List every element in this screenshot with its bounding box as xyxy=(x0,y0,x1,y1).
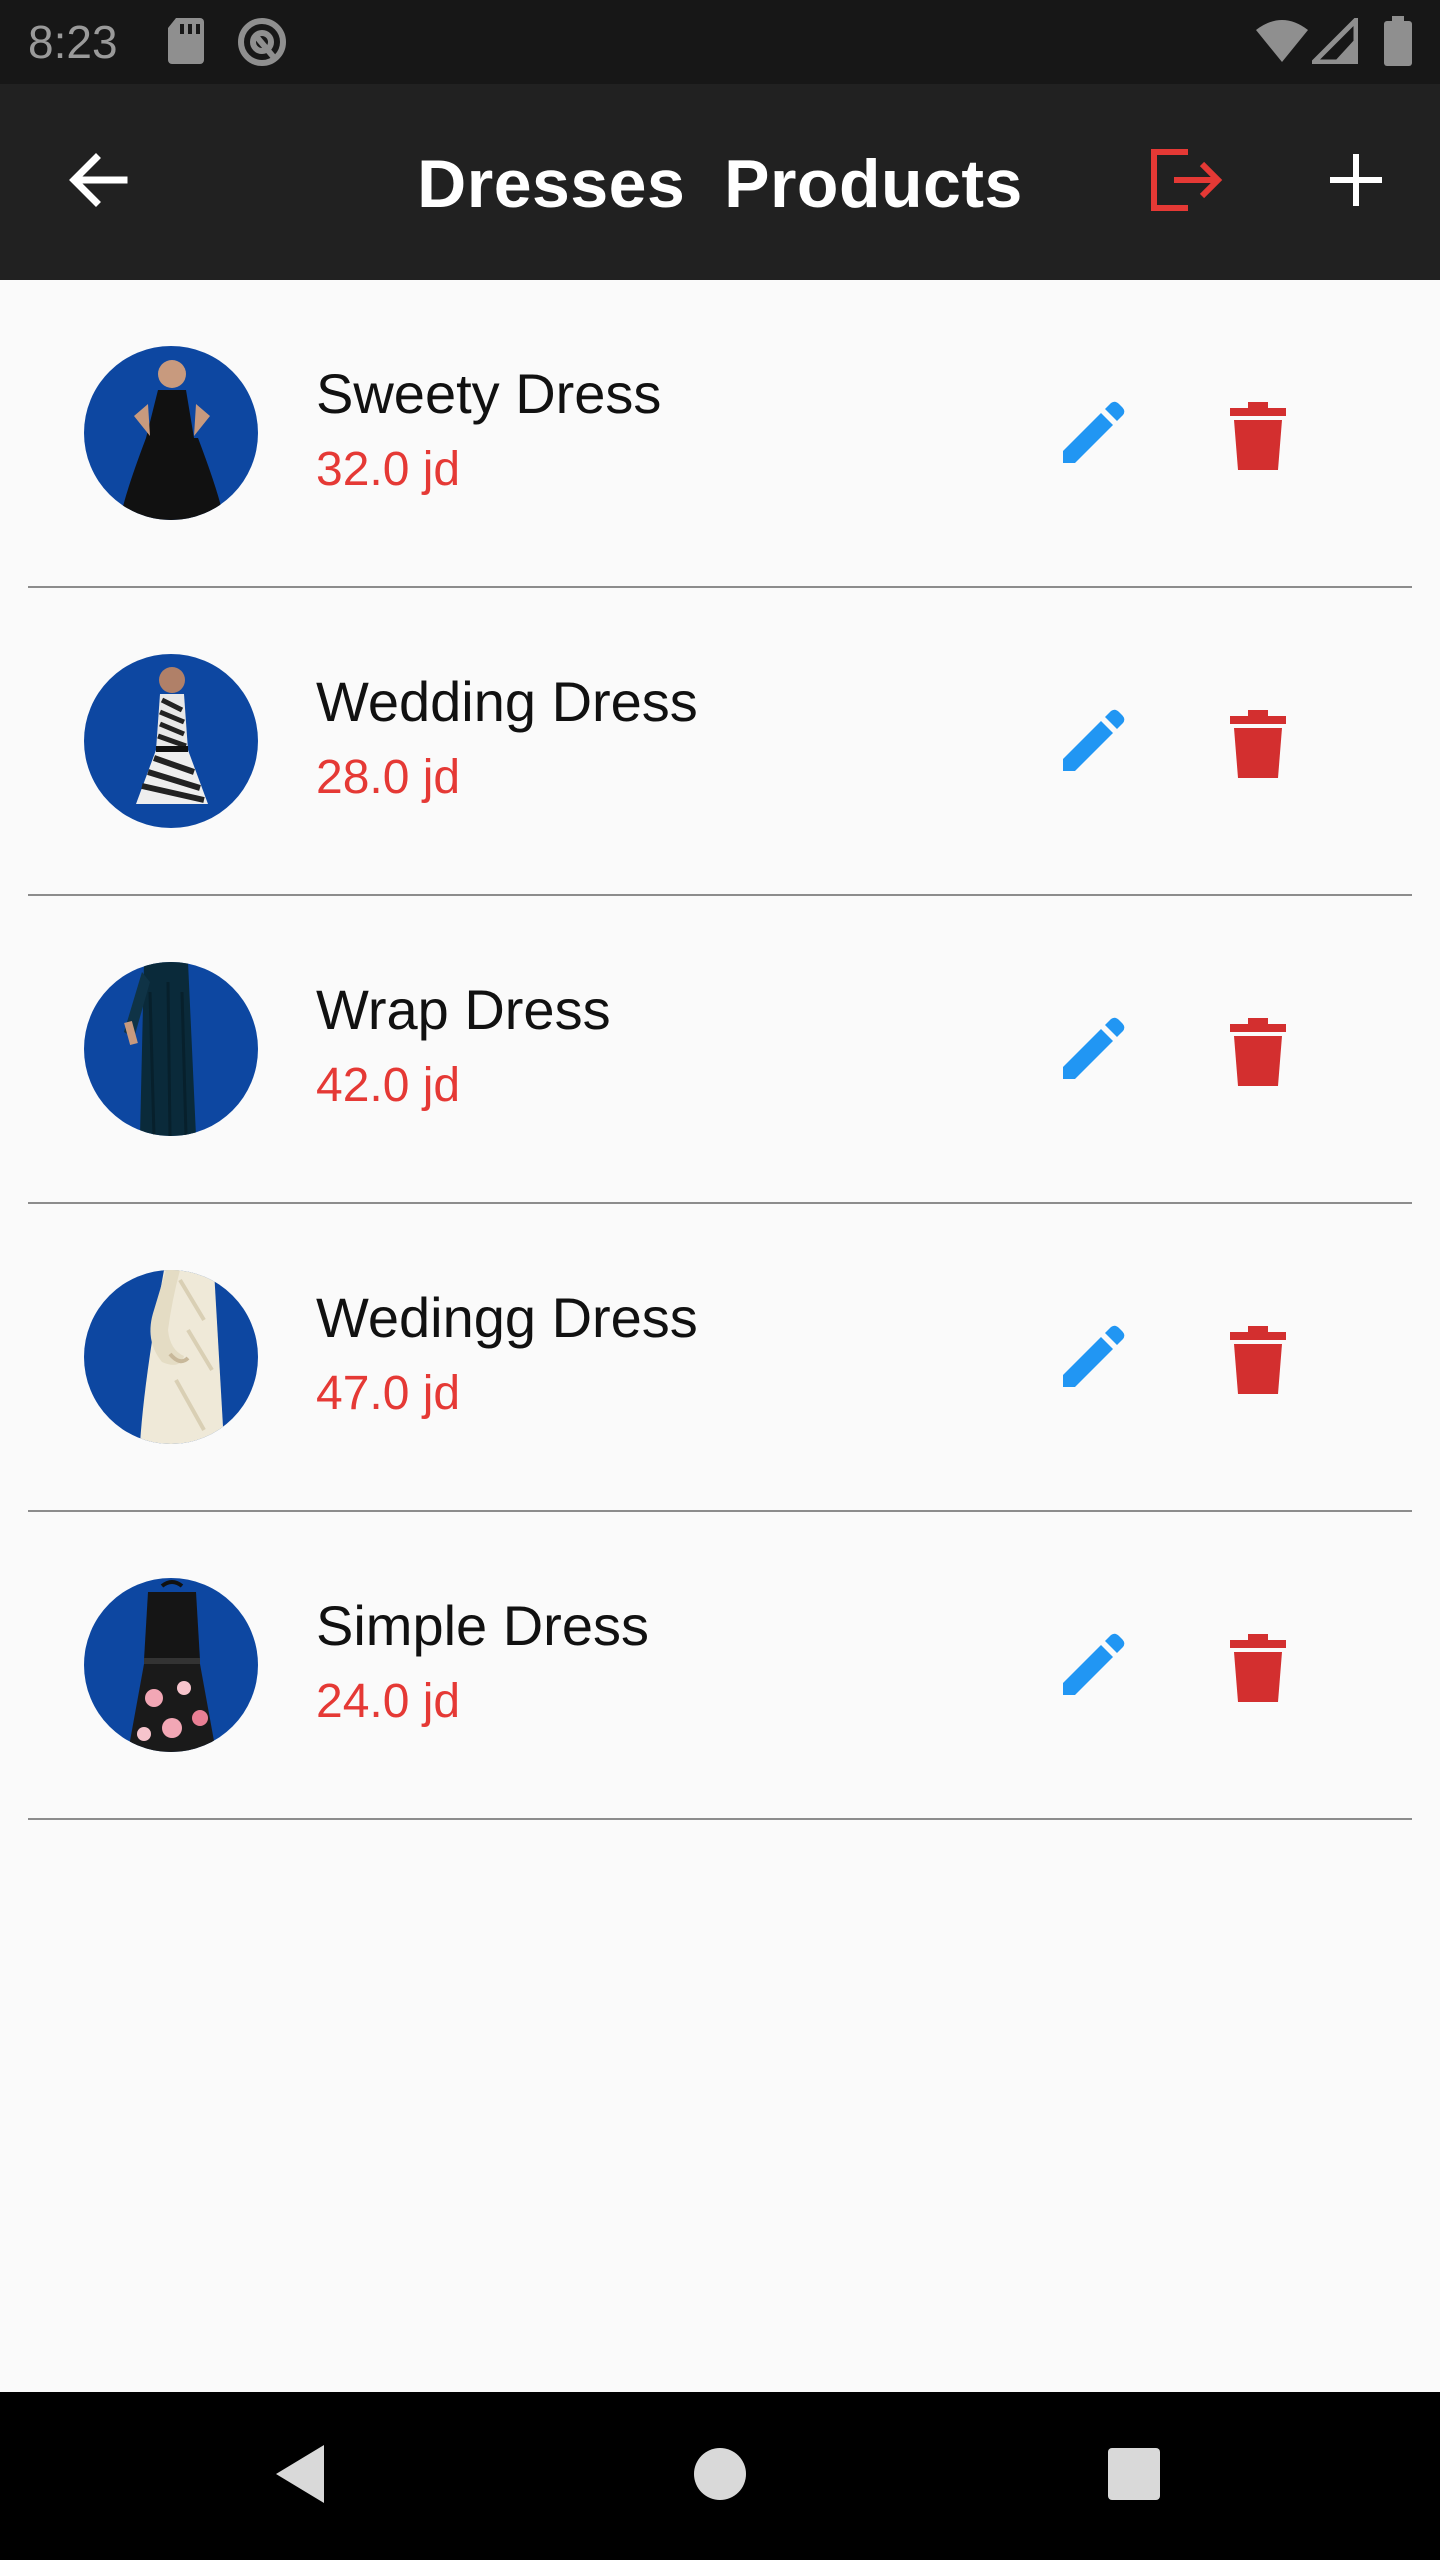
logout-button[interactable] xyxy=(1136,132,1236,232)
trash-icon xyxy=(1230,401,1286,475)
product-image xyxy=(84,1578,258,1752)
delete-button[interactable] xyxy=(1208,1312,1308,1412)
delete-button[interactable] xyxy=(1208,1004,1308,1104)
product-price: 32.0 jd xyxy=(316,443,461,496)
product-name: Wedingg Dress xyxy=(316,1286,698,1349)
list-item[interactable]: Wedding Dress 28.0 jd xyxy=(0,588,1440,896)
delete-button[interactable] xyxy=(1208,1620,1308,1720)
trash-icon xyxy=(1230,709,1286,783)
nav-recents-button[interactable] xyxy=(1084,2426,1184,2526)
app-bar: Dresses Products xyxy=(0,84,1440,280)
add-product-button[interactable] xyxy=(1306,132,1406,232)
pencil-icon xyxy=(1055,401,1125,476)
product-image xyxy=(84,1270,258,1444)
edit-button[interactable] xyxy=(1040,1620,1140,1720)
signal-icon xyxy=(1307,13,1359,69)
product-name: Wrap Dress xyxy=(316,978,611,1041)
delete-button[interactable] xyxy=(1208,388,1308,488)
divider xyxy=(28,1818,1412,1820)
product-image xyxy=(84,962,258,1136)
recents-square-icon xyxy=(1107,2447,1161,2506)
list-item[interactable]: Sweety Dress 32.0 jd xyxy=(0,280,1440,588)
list-item[interactable]: Wedingg Dress 47.0 jd xyxy=(0,1204,1440,1512)
pencil-icon xyxy=(1055,1633,1125,1708)
edit-button[interactable] xyxy=(1040,1312,1140,1412)
product-image xyxy=(84,654,258,828)
product-price: 24.0 jd xyxy=(316,1675,461,1728)
delete-button[interactable] xyxy=(1208,696,1308,796)
pencil-icon xyxy=(1055,1017,1125,1092)
status-bar: 8:23 xyxy=(0,0,1440,84)
trash-icon xyxy=(1230,1325,1286,1399)
edit-button[interactable] xyxy=(1040,696,1140,796)
product-image xyxy=(84,346,258,520)
list-item[interactable]: Wrap Dress 42.0 jd xyxy=(0,896,1440,1204)
product-name: Wedding Dress xyxy=(316,670,698,733)
sd-card-icon xyxy=(166,16,206,71)
nav-back-button[interactable] xyxy=(250,2426,350,2526)
sync-icon xyxy=(236,16,288,73)
product-list: Sweety Dress 32.0 jd Wedding Dress 28.0 … xyxy=(0,280,1440,1820)
product-price: 42.0 jd xyxy=(316,1059,461,1112)
battery-icon xyxy=(1384,16,1412,71)
back-triangle-icon xyxy=(272,2443,328,2510)
status-time: 8:23 xyxy=(28,16,118,68)
trash-icon xyxy=(1230,1017,1286,1091)
product-price: 47.0 jd xyxy=(316,1367,461,1420)
product-name: Sweety Dress xyxy=(316,362,662,425)
plus-icon xyxy=(1328,152,1384,213)
pencil-icon xyxy=(1055,1325,1125,1400)
pencil-icon xyxy=(1055,709,1125,784)
logout-icon xyxy=(1148,146,1224,219)
system-nav-bar xyxy=(0,2392,1440,2560)
list-item[interactable]: Simple Dress 24.0 jd xyxy=(0,1512,1440,1820)
nav-home-button[interactable] xyxy=(670,2426,770,2526)
product-price: 28.0 jd xyxy=(316,751,461,804)
home-circle-icon xyxy=(692,2446,748,2507)
trash-icon xyxy=(1230,1633,1286,1707)
product-name: Simple Dress xyxy=(316,1594,649,1657)
wifi-icon xyxy=(1254,18,1310,69)
edit-button[interactable] xyxy=(1040,388,1140,488)
edit-button[interactable] xyxy=(1040,1004,1140,1104)
